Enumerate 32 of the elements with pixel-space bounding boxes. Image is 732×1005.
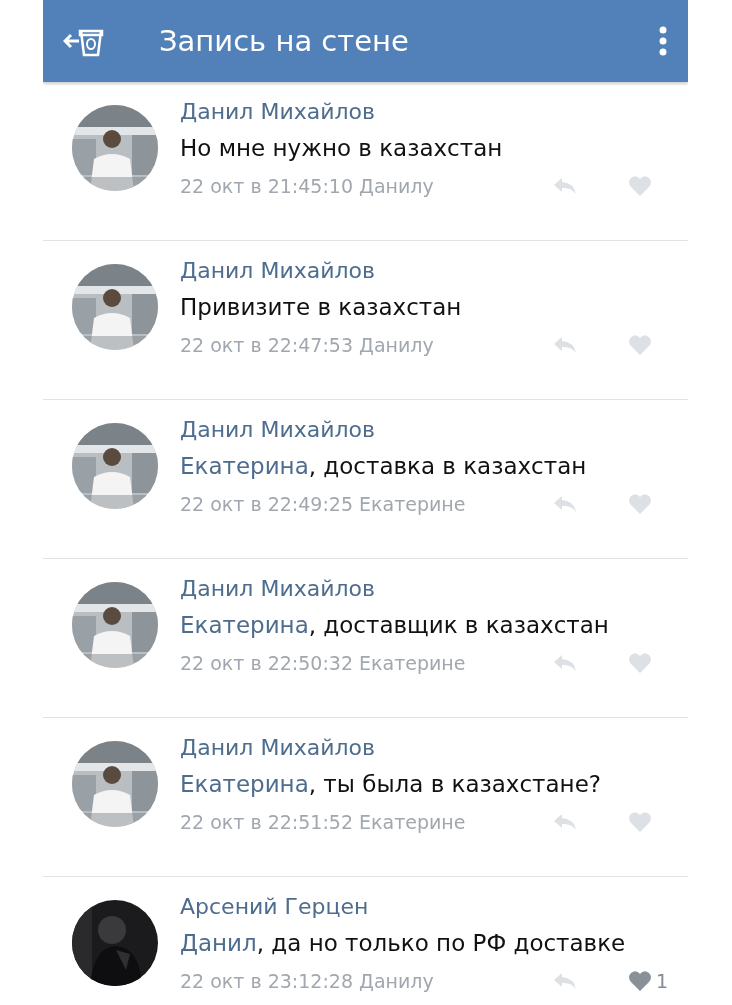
- author-name[interactable]: Данил Михайлов: [180, 415, 688, 445]
- mention-link[interactable]: Екатерина: [180, 453, 309, 479]
- comment-time: 22 окт в 22:50:32 Екатерине: [180, 652, 467, 674]
- heart-icon[interactable]: [628, 652, 652, 674]
- reply-icon[interactable]: [552, 494, 578, 514]
- page-title: Запись на стене: [159, 24, 410, 58]
- mention-link[interactable]: Екатерина: [180, 771, 309, 797]
- comment-time: 22 окт в 21:45:10 Данилу: [180, 175, 435, 197]
- comment-text: Екатерина, ты была в казахстане?: [180, 770, 602, 799]
- mention-link[interactable]: Екатерина: [180, 612, 309, 638]
- comment-text: Екатерина, доставка в казахстан: [180, 452, 588, 481]
- comment-time: 22 окт в 22:51:52 Екатерине: [180, 811, 467, 833]
- author-name[interactable]: Данил Михайлов: [180, 256, 688, 286]
- heart-icon[interactable]: [628, 811, 652, 833]
- comment-text: Екатерина, доставщик в казахстан: [180, 611, 610, 640]
- heart-icon[interactable]: [628, 334, 652, 356]
- heart-icon[interactable]: [628, 175, 652, 197]
- comment-time: 22 окт в 23:12:28 Данилу: [180, 970, 435, 992]
- author-name[interactable]: Данил Михайлов: [180, 97, 688, 127]
- like-count: 1: [656, 970, 669, 992]
- author-name[interactable]: Данил Михайлов: [180, 574, 688, 604]
- comment-text: Данил, да но только по РФ доставке: [180, 929, 627, 958]
- comment-time: 22 окт в 22:49:25 Екатерине: [180, 493, 467, 515]
- author-name[interactable]: Данил Михайлов: [180, 733, 688, 763]
- comment-text: Но мне нужно в казахстан: [180, 134, 504, 163]
- author-name[interactable]: Арсений Герцен: [180, 892, 688, 922]
- heart-icon[interactable]: [628, 493, 652, 515]
- more-icon[interactable]: [658, 25, 668, 57]
- comment-text: Привизите в казахстан: [180, 293, 463, 322]
- heart-icon[interactable]: [628, 970, 652, 992]
- comment-time: 22 окт в 22:47:53 Данилу: [180, 334, 435, 356]
- mention-link[interactable]: Данил: [180, 930, 257, 956]
